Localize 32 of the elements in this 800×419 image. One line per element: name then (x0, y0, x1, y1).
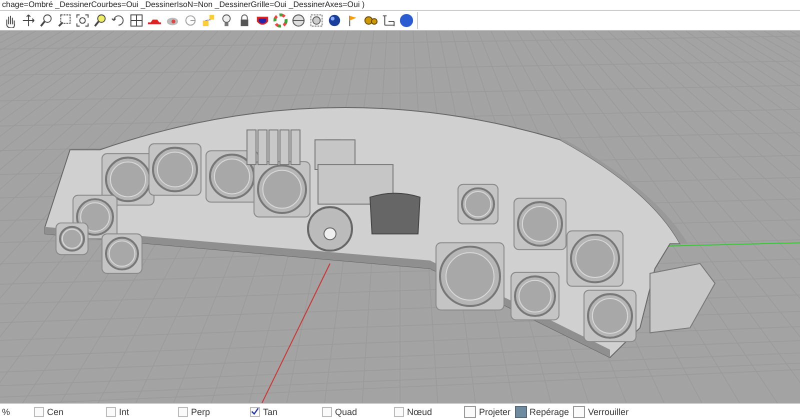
checkbox[interactable] (464, 406, 476, 418)
checkbox[interactable] (34, 406, 44, 416)
zoom-window-icon[interactable] (57, 13, 72, 28)
checkbox-label: Verrouiller (588, 406, 629, 418)
checkbox-label: Repérage (530, 406, 570, 418)
status-text: % (1, 406, 12, 416)
checkbox-label: Tan (263, 406, 278, 418)
color-wheel-icon[interactable] (273, 13, 288, 28)
checkbox-label: Quad (335, 406, 358, 418)
four-viewports-icon[interactable] (129, 13, 144, 28)
checkbox-label: Cen (47, 406, 64, 418)
checkbox-label: Int (119, 406, 130, 418)
render-sphere-icon[interactable] (309, 13, 324, 28)
zoom-selected-icon[interactable] (93, 13, 108, 28)
checkbox[interactable] (322, 406, 332, 416)
rotate-icon[interactable] (111, 13, 126, 28)
checkbox[interactable] (514, 406, 527, 418)
checkbox[interactable] (106, 406, 116, 416)
sphere-outline-icon[interactable] (291, 13, 306, 28)
move-icon[interactable] (21, 13, 36, 28)
checkbox[interactable] (394, 406, 404, 416)
checkbox[interactable] (573, 406, 586, 418)
dimension-icon[interactable] (381, 13, 396, 28)
shaded-sphere-icon[interactable] (327, 13, 342, 28)
checkbox-label: Nœud (407, 406, 432, 418)
command-history-text: chage=Ombré _DessinerCourbes=Oui _DessinerIsoN=Non _DessinerGrille=Oui _DessinerAxes=Oui ) (1, 0, 366, 10)
zoom-icon[interactable] (39, 13, 54, 28)
checkbox[interactable] (250, 406, 260, 416)
checkbox-label: Projeter (479, 406, 511, 418)
checkbox[interactable] (178, 406, 188, 416)
zoom-extents-icon[interactable] (75, 13, 90, 28)
checkbox-label: Perp (191, 406, 210, 418)
